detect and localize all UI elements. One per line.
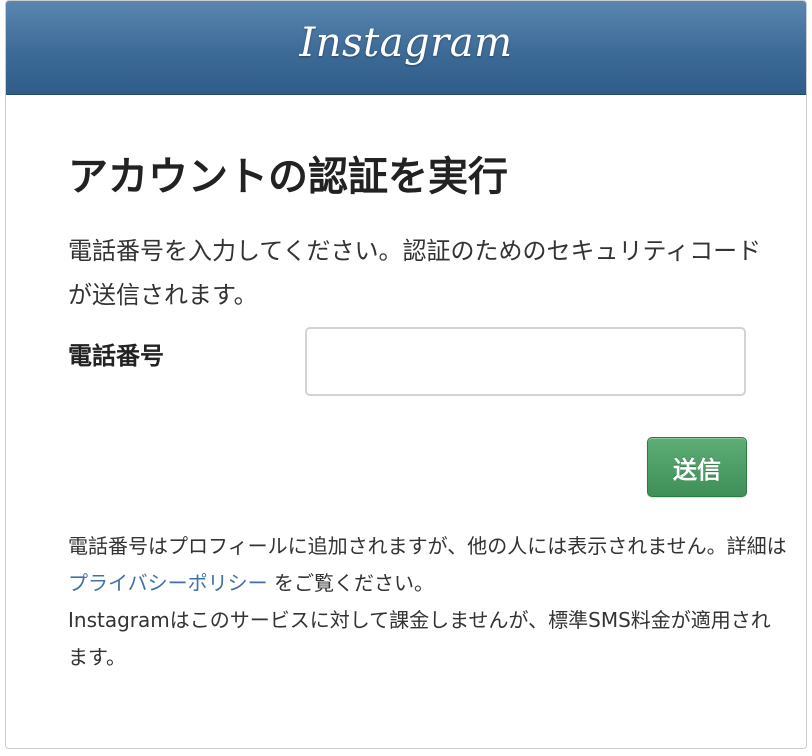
page-title: アカウントの認証を実行 [68, 154, 508, 200]
sms-charge-notice: Instagramはこのサービスに対して課金しませんが、標準SMS料金が適用され… [68, 608, 771, 669]
header-bar: Instagram [6, 1, 806, 95]
privacy-policy-link[interactable]: プライバシーポリシー [68, 571, 268, 595]
instruction-text: 電話番号を入力してください。認証のためのセキュリティコードが送信されます。 [68, 237, 762, 309]
visibility-notice-end: をご覧ください。 [267, 571, 434, 595]
send-button[interactable]: 送信 [647, 437, 747, 497]
footnote: 電話番号はプロフィールに追加されますが、他の人には表示されません。詳細は プライ… [68, 528, 788, 676]
phone-number-label: 電話番号 [68, 342, 164, 370]
visibility-notice: 電話番号はプロフィールに追加されますが、他の人には表示されません。詳細は [68, 534, 787, 558]
verification-form: アカウントの認証を実行 電話番号を入力してください。認証のためのセキュリティコー… [6, 95, 806, 748]
instagram-logo[interactable]: Instagram [6, 17, 806, 69]
verification-dialog: Instagram アカウントの認証を実行 電話番号を入力してください。認証のた… [5, 0, 807, 749]
phone-number-input[interactable] [305, 327, 746, 396]
